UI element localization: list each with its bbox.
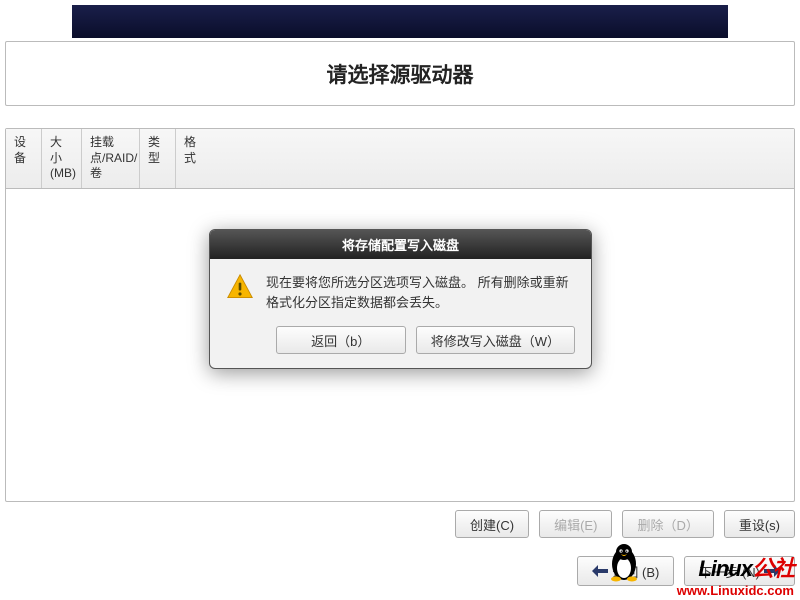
modal-overlay: 将存储配置写入磁盘 现在要将您所选分区选项写入磁盘。 所有删除或重新格式化分区指…: [0, 0, 800, 600]
dialog-back-button[interactable]: 返回（b）: [276, 326, 406, 354]
write-to-disk-dialog: 将存储配置写入磁盘 现在要将您所选分区选项写入磁盘。 所有删除或重新格式化分区指…: [209, 229, 592, 369]
dialog-write-button[interactable]: 将修改写入磁盘（W）: [416, 326, 575, 354]
warning-icon: [226, 273, 254, 312]
dialog-body: 现在要将您所选分区选项写入磁盘。 所有删除或重新格式化分区指定数据都会丢失。: [210, 259, 591, 320]
dialog-message: 现在要将您所选分区选项写入磁盘。 所有删除或重新格式化分区指定数据都会丢失。: [266, 273, 575, 312]
dialog-title: 将存储配置写入磁盘: [210, 230, 591, 259]
dialog-button-row: 返回（b） 将修改写入磁盘（W）: [210, 320, 591, 368]
